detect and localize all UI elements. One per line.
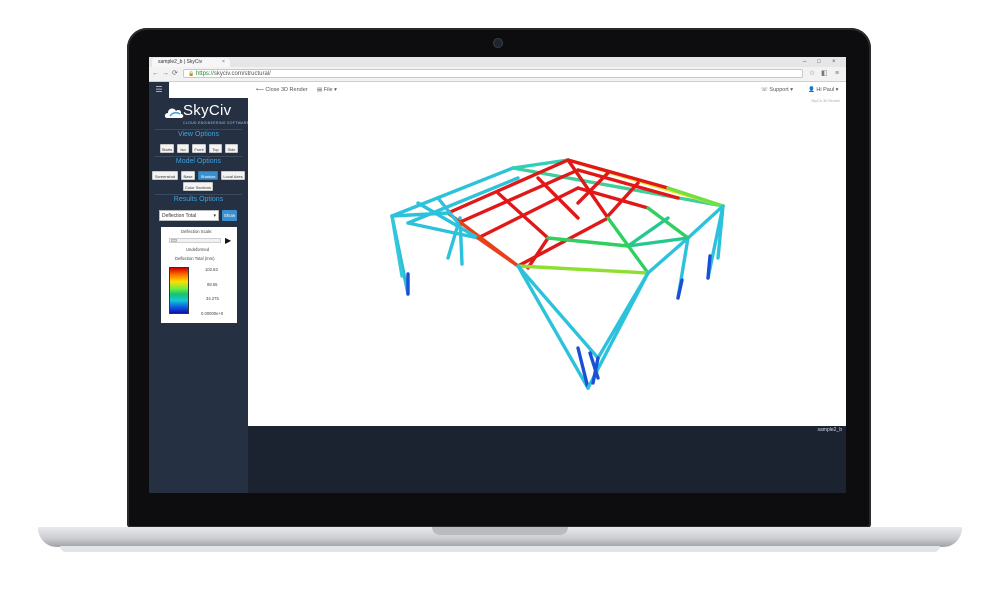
- url-scheme: https://: [195, 71, 214, 77]
- deflection-scale-label: Deflection Scale:: [181, 229, 213, 234]
- app-toolbar: ☰ ⟵ Close 3D Render ▤ File ▾ ☏ Support ▾…: [149, 82, 846, 99]
- logo-text: SkyCiv: [183, 102, 232, 119]
- member: [406, 176, 520, 225]
- address-bar: ← → ⟳ 🔒 https://skyciv.com/structural/ ☆…: [149, 67, 846, 82]
- show-results-button[interactable]: Show: [222, 210, 237, 221]
- support-menu[interactable]: ☏ Support ▾: [761, 82, 793, 98]
- model-name: sample2_b: [817, 427, 842, 433]
- structure-3d-model[interactable]: [248, 98, 846, 426]
- base-button[interactable]: Base: [181, 171, 195, 180]
- legend-title: Deflection Total (mm): [175, 256, 215, 261]
- minimize-icon[interactable]: –: [803, 57, 806, 67]
- back-icon[interactable]: ←: [152, 69, 159, 79]
- screenshot-button[interactable]: Screenshot: [152, 171, 178, 180]
- tab-title: sample2_b | SkyCiv: [158, 59, 203, 65]
- cloud-logo-icon: [164, 108, 184, 118]
- shadow-button[interactable]: Shadow: [198, 171, 218, 180]
- laptop-notch: [432, 527, 568, 535]
- close-3d-render-button[interactable]: ⟵ Close 3D Render: [256, 82, 308, 98]
- user-menu-label: Hi Paul ▾: [816, 87, 839, 93]
- divider: [155, 194, 242, 195]
- logo-subtitle: CLOUD ENGINEERING SOFTWARE: [183, 121, 250, 125]
- render-viewport[interactable]: SkyCiv 3D Render: [248, 98, 846, 426]
- maximize-icon[interactable]: □: [817, 57, 821, 67]
- file-icon: ▤: [317, 87, 323, 93]
- member: [516, 264, 590, 390]
- member: [390, 214, 404, 278]
- results-panel: Deflection Scale: ▶ Undeformed Deflectio…: [161, 227, 237, 323]
- member: [476, 236, 520, 268]
- browser-menu-icon[interactable]: ≡: [835, 69, 839, 79]
- url-path: skyciv.com/structural/: [213, 71, 271, 77]
- lock-icon: 🔒: [188, 71, 195, 77]
- play-icon[interactable]: ▶: [225, 236, 231, 245]
- support-menu-label: Support ▾: [769, 87, 793, 93]
- browser-tab-bar: sample2_b | SkyCiv × – □ ×: [149, 57, 846, 67]
- member: [476, 186, 580, 240]
- extension-icon[interactable]: ◧: [821, 69, 828, 79]
- color-sections-button[interactable]: Color Sections: [183, 182, 213, 191]
- user-icon: 👤: [808, 87, 815, 93]
- results-type-select[interactable]: Deflection Total ▾: [159, 210, 219, 221]
- bookmark-star-icon[interactable]: ☆: [809, 69, 815, 79]
- hamburger-icon[interactable]: ☰: [149, 82, 169, 98]
- divider: [155, 156, 242, 157]
- legend-value-max: 102.83: [205, 267, 218, 272]
- member: [516, 264, 600, 360]
- member: [646, 206, 690, 240]
- legend-value-min: 0.00000e+0: [201, 311, 224, 316]
- close-window-icon[interactable]: ×: [832, 57, 836, 67]
- view-top-button[interactable]: Top: [209, 144, 222, 153]
- view-options-title: View Options: [177, 131, 220, 138]
- deflection-scale-slider[interactable]: [169, 238, 221, 243]
- screen: sample2_b | SkyCiv × – □ × ← → ⟳ 🔒 https…: [149, 57, 846, 493]
- member: [676, 278, 684, 300]
- member: [536, 176, 580, 220]
- view-front-button[interactable]: Front: [192, 144, 206, 153]
- model-options-title: Model Options: [175, 158, 222, 165]
- legend-value-2: 68.55: [207, 282, 218, 287]
- reload-icon[interactable]: ⟳: [172, 69, 178, 79]
- legend-value-3: 34.275: [206, 296, 219, 301]
- deflection-color-scale: [169, 267, 189, 314]
- member: [516, 264, 650, 275]
- render-corner-label: SkyCiv 3D Render: [811, 99, 840, 103]
- member: [496, 191, 550, 240]
- sidebar: SkyCiv CLOUD ENGINEERING SOFTWARE View O…: [149, 98, 249, 493]
- undeformed-label: Undeformed: [186, 247, 210, 252]
- divider: [155, 129, 242, 130]
- results-type-value: Deflection Total: [162, 213, 197, 219]
- member: [706, 254, 712, 280]
- view-side-button[interactable]: Side: [225, 144, 238, 153]
- webcam: [494, 39, 502, 47]
- render-footer: sample2_b: [248, 426, 846, 493]
- skyciv-logo: SkyCiv CLOUD ENGINEERING SOFTWARE: [163, 102, 249, 128]
- laptop-base-shadow: [60, 546, 940, 552]
- tab-close-icon[interactable]: ×: [222, 58, 225, 67]
- local-axes-button[interactable]: Local Axes: [221, 171, 245, 180]
- url-input[interactable]: 🔒 https://skyciv.com/structural/: [183, 69, 803, 78]
- user-menu[interactable]: 👤 Hi Paul ▾: [808, 82, 838, 98]
- chevron-down-icon: ▾: [213, 213, 216, 219]
- forward-icon[interactable]: →: [162, 69, 169, 79]
- view-starts-button[interactable]: Starts: [160, 144, 174, 153]
- browser-tab[interactable]: sample2_b | SkyCiv ×: [152, 58, 230, 67]
- file-menu[interactable]: ▤ File ▾: [317, 82, 337, 98]
- file-menu-label: File ▾: [323, 87, 337, 93]
- view-iso-button[interactable]: Iso: [177, 144, 189, 153]
- results-options-title: Results Options: [173, 196, 224, 203]
- support-icon: ☏: [761, 87, 768, 93]
- slider-handle[interactable]: [171, 239, 177, 242]
